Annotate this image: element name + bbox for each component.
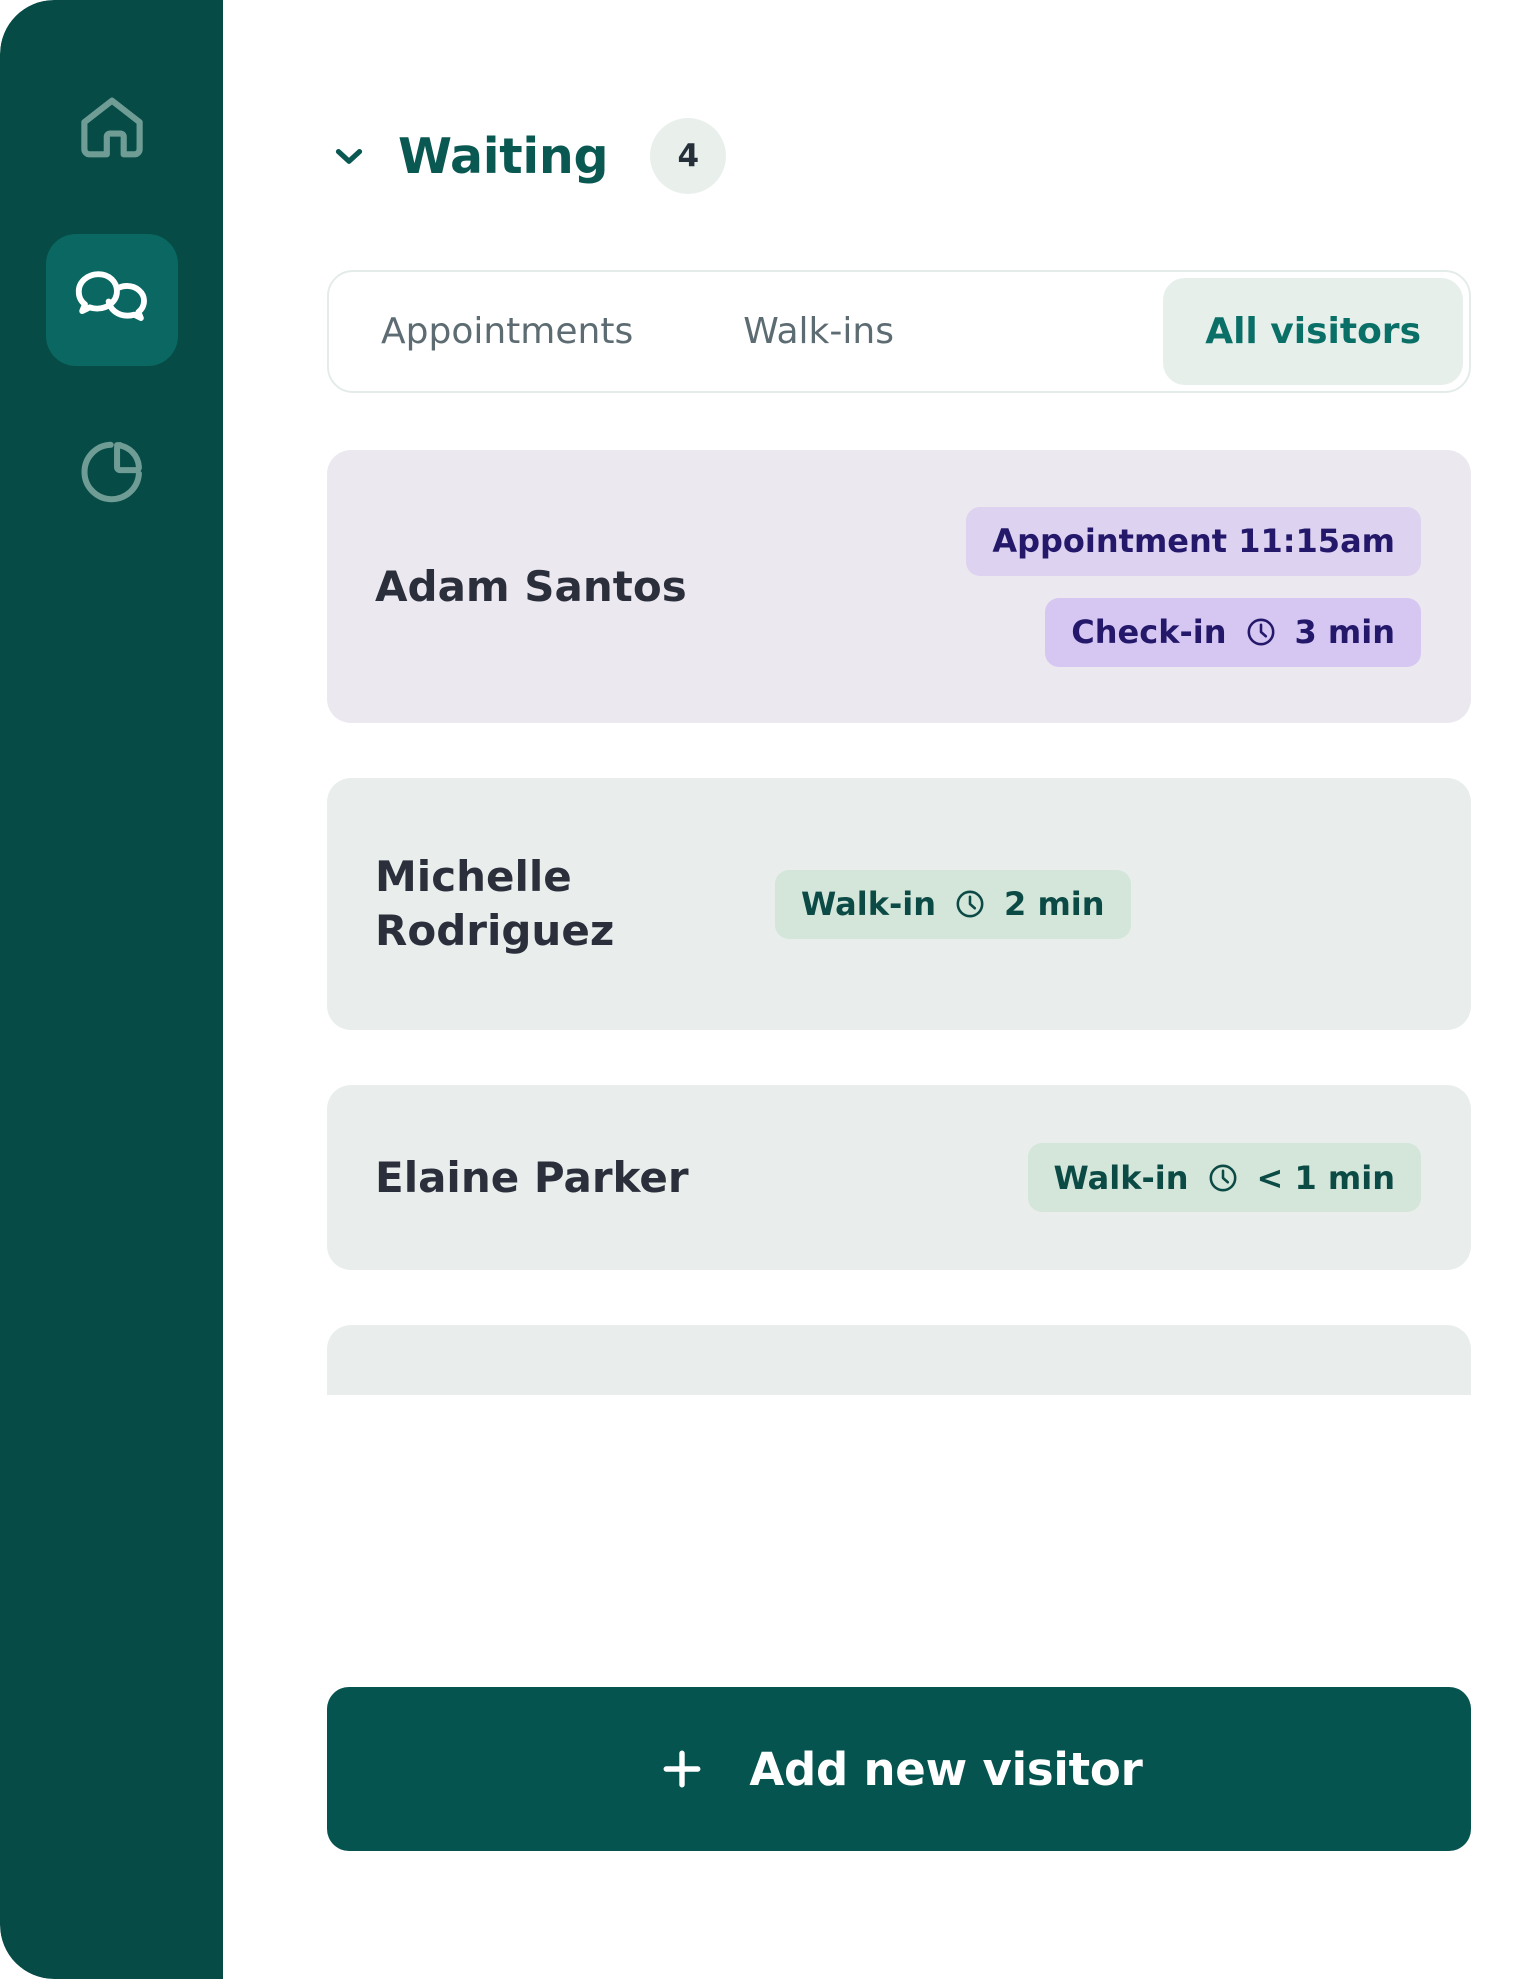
tab-all-visitors[interactable]: All visitors [1163, 278, 1463, 385]
waiting-section-header[interactable]: Waiting 4 [327, 0, 1471, 194]
badge-label: Walk-in [801, 885, 937, 923]
sidebar [0, 0, 223, 1979]
visitor-name: Michelle Rodriguez [375, 852, 615, 955]
main-panel: Waiting 4 Appointments Walk-ins All visi… [223, 0, 1520, 1979]
status-badge: Walk-in < 1 min [1027, 1143, 1421, 1212]
clock-icon [1244, 615, 1278, 649]
sidebar-item-conversations[interactable] [45, 234, 178, 366]
badge-time: 2 min [1004, 885, 1105, 923]
visitor-filter-tabs: Appointments Walk-ins All visitors [327, 270, 1471, 393]
sidebar-item-reports[interactable] [46, 406, 178, 538]
add-new-visitor-button[interactable]: Add new visitor [327, 1687, 1471, 1851]
tab-walk-ins[interactable]: Walk-ins [711, 278, 926, 385]
plus-icon [655, 1742, 709, 1796]
tab-appointments[interactable]: Appointments [349, 278, 665, 385]
home-icon [73, 89, 151, 167]
app-window: Waiting 4 Appointments Walk-ins All visi… [0, 0, 1520, 1979]
chat-bubbles-icon [72, 260, 152, 340]
waiting-count-badge: 4 [650, 118, 727, 194]
status-badge: Appointment 11:15am [966, 506, 1421, 576]
clock-icon [953, 887, 987, 921]
pie-chart-icon [74, 434, 150, 510]
visitor-badges: Appointment 11:15am Check-in 3 min [966, 506, 1421, 667]
list-item-partial[interactable] [327, 1325, 1471, 1395]
clock-icon [1206, 1161, 1240, 1195]
visitor-list: Adam Santos Appointment 11:15am Check-in [327, 450, 1471, 1395]
badge-label: Check-in [1071, 613, 1227, 651]
badge-label: Appointment 11:15am [992, 522, 1395, 560]
add-new-visitor-label: Add new visitor [749, 1742, 1143, 1796]
list-item[interactable]: Adam Santos Appointment 11:15am Check-in [327, 450, 1471, 723]
status-badge: Walk-in 2 min [775, 869, 1131, 939]
visitor-badges: Walk-in < 1 min [1027, 1143, 1421, 1212]
visitor-name: Elaine Parker [375, 1152, 689, 1202]
chevron-down-icon[interactable] [328, 135, 370, 177]
page-title: Waiting [398, 127, 609, 185]
badge-time: 3 min [1294, 613, 1396, 651]
list-item[interactable]: Michelle Rodriguez Walk-in 2 min [327, 778, 1471, 1030]
badge-time: < 1 min [1256, 1158, 1395, 1197]
badge-label: Walk-in [1053, 1158, 1189, 1197]
status-badge: Check-in 3 min [1045, 597, 1421, 667]
sidebar-item-home[interactable] [46, 62, 178, 194]
visitor-badges: Walk-in 2 min [775, 869, 1131, 939]
list-item[interactable]: Elaine Parker Walk-in < 1 min [327, 1085, 1471, 1270]
visitor-name: Adam Santos [375, 561, 687, 611]
